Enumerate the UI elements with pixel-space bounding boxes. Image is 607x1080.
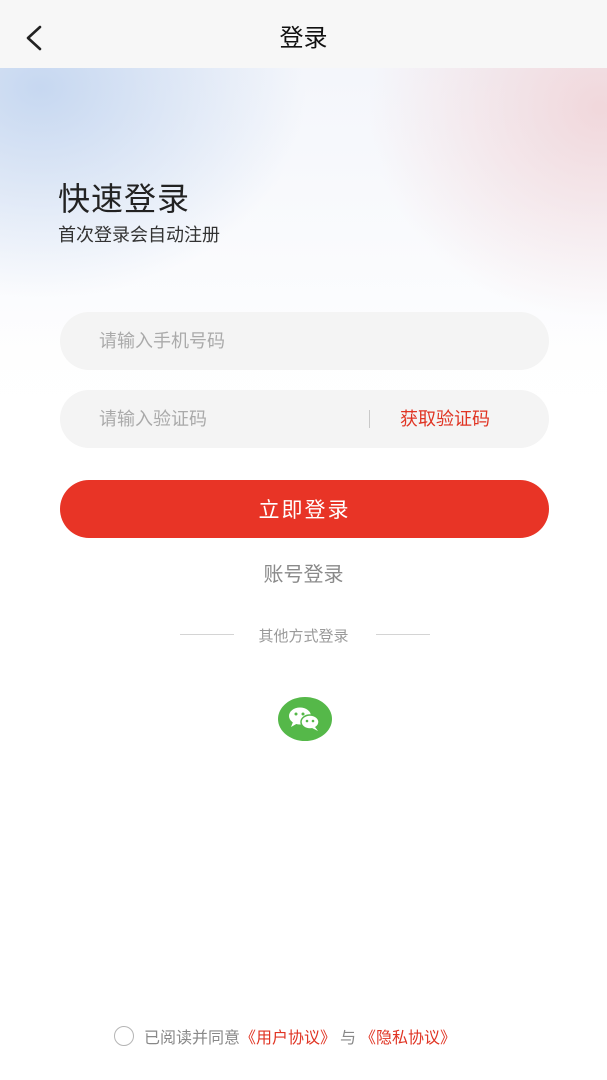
page-title: 登录 [279,24,328,52]
divider-line-right [376,634,430,635]
agreement-conjunction: 与 [340,1028,357,1047]
account-login-link[interactable]: 账号登录 [264,562,344,586]
get-code-button[interactable]: 获取验证码 [400,390,490,448]
phone-input[interactable] [60,312,360,370]
field-divider [369,410,370,428]
privacy-policy-link[interactable]: 《隐私协议》 [360,1024,456,1048]
other-login-label: 其他方式登录 [258,627,349,645]
code-field[interactable]: 获取验证码 [60,390,549,448]
user-agreement-link[interactable]: 《用户协议》 [240,1024,336,1048]
wechat-icon [289,707,320,731]
top-nav-bar: 登录 [0,0,607,68]
wechat-login-button[interactable] [278,697,332,741]
agreement-row: 已阅读并同意 《用户协议》 与 《隐私协议》 [114,1024,456,1048]
agreement-prefix: 已阅读并同意 [144,1028,241,1047]
login-heading: 快速登录 [58,180,191,218]
verification-code-input[interactable] [60,390,360,448]
login-button[interactable]: 立即登录 [60,480,549,538]
agreement-checkbox[interactable] [114,1026,134,1046]
login-subheading: 首次登录会自动注册 [58,225,220,246]
phone-field[interactable] [60,312,549,370]
account-login-row: 账号登录 [0,558,607,587]
